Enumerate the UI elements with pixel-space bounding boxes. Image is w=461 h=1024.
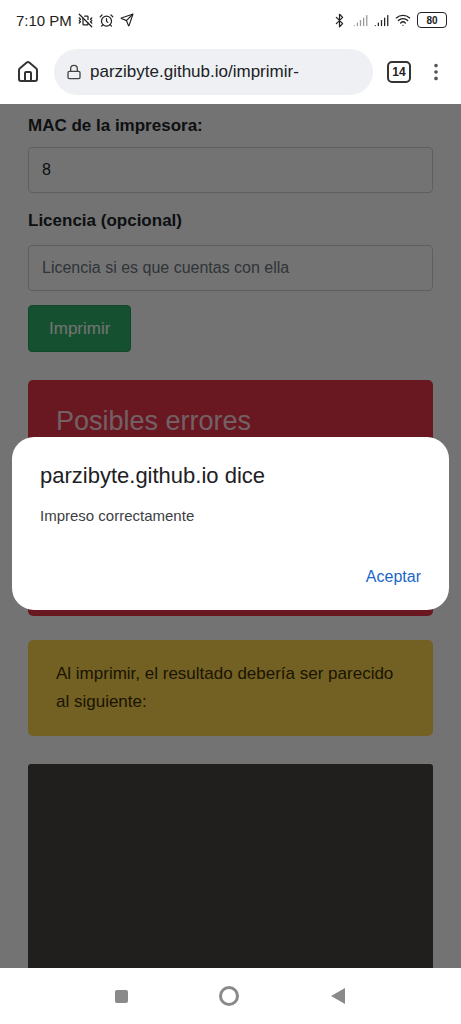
- menu-icon[interactable]: [425, 61, 447, 83]
- recents-icon[interactable]: [115, 990, 128, 1003]
- status-left: 7:10 PM: [16, 12, 134, 29]
- navigation-bar: [0, 968, 461, 1024]
- status-right: 80: [332, 12, 447, 28]
- dialog-title: parzibyte.github.io dice: [40, 463, 421, 489]
- signal-icon: [353, 13, 368, 28]
- accept-button[interactable]: Aceptar: [366, 564, 421, 590]
- url-bar[interactable]: parzibyte.github.io/imprimir-: [54, 49, 373, 95]
- web-content: MAC de la impresora:8Licencia (opcional)…: [0, 104, 461, 968]
- bluetooth-icon: [332, 13, 347, 28]
- phone-screen: 7:10 PM 80 parzibyte.github.io/imprimir- 14…: [0, 0, 461, 1024]
- telegram-icon: [120, 13, 134, 27]
- status-bar: 7:10 PM 80: [0, 0, 461, 40]
- battery: 80: [417, 12, 447, 28]
- dialog-message: Impreso correctamente: [40, 507, 421, 524]
- wifi-icon: [395, 12, 411, 28]
- lock-icon: [66, 64, 82, 80]
- alarm-icon: [99, 13, 114, 28]
- browser-toolbar: parzibyte.github.io/imprimir- 14: [0, 40, 461, 104]
- url-text: parzibyte.github.io/imprimir-: [90, 62, 299, 82]
- signal-icon: [374, 13, 389, 28]
- tab-count[interactable]: 14: [387, 61, 411, 83]
- home-icon[interactable]: [16, 60, 40, 84]
- clock: 7:10 PM: [16, 12, 72, 29]
- dialog-actions: Aceptar: [40, 564, 421, 590]
- home-button-icon[interactable]: [219, 986, 239, 1006]
- alert-dialog: parzibyte.github.io dice Impreso correcta…: [12, 437, 449, 610]
- back-icon[interactable]: [330, 987, 346, 1005]
- vibrate-off-icon: [78, 13, 93, 28]
